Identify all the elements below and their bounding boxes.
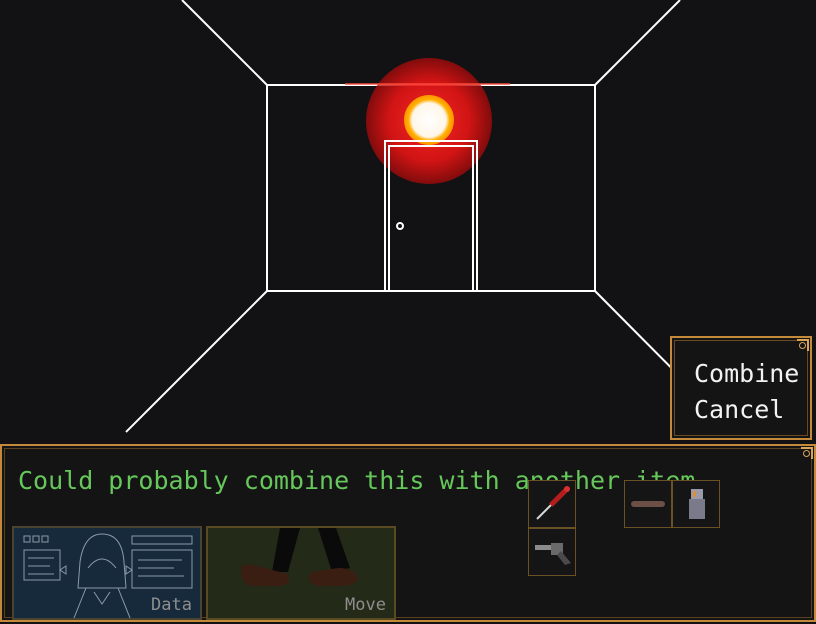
combine-menu: Combine Cancel bbox=[670, 336, 812, 440]
inventory-slot-lighter[interactable] bbox=[672, 480, 720, 528]
revolver-icon bbox=[535, 543, 571, 565]
data-button[interactable]: Data bbox=[12, 526, 202, 620]
move-button[interactable]: Move bbox=[206, 526, 396, 620]
door[interactable] bbox=[388, 145, 474, 292]
bottom-panel: Could probably combine this with another… bbox=[0, 444, 816, 622]
screwdriver-icon bbox=[536, 486, 570, 520]
inventory-slot-screwdriver[interactable] bbox=[528, 480, 576, 528]
menu-item-cancel[interactable]: Cancel bbox=[694, 396, 784, 424]
data-label: Data bbox=[151, 595, 192, 615]
inventory-slot-cigar[interactable] bbox=[624, 480, 672, 528]
cigar-icon bbox=[631, 501, 665, 507]
message-text: Could probably combine this with another… bbox=[18, 466, 711, 495]
menu-item-combine[interactable]: Combine bbox=[694, 360, 799, 388]
lighter-icon bbox=[689, 489, 705, 519]
move-label: Move bbox=[345, 595, 386, 615]
corner-ornament-icon bbox=[801, 447, 813, 459]
door-frame bbox=[384, 140, 478, 292]
door-knob[interactable] bbox=[396, 222, 404, 230]
inventory-slot-revolver[interactable] bbox=[528, 528, 576, 576]
corner-ornament-icon bbox=[797, 339, 809, 351]
